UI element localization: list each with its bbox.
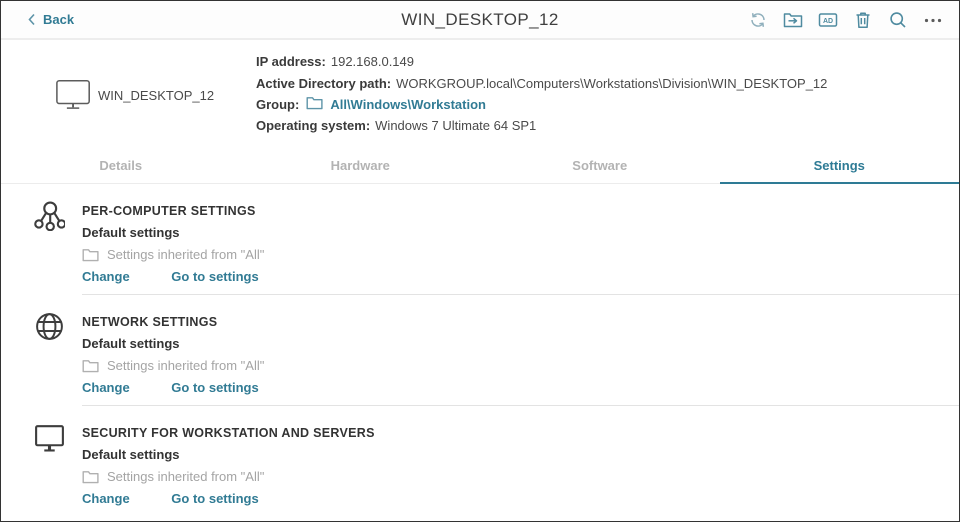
section-links: Change Go to settings	[82, 491, 959, 506]
field-ad-path: Active Directory path: WORKGROUP.local\C…	[256, 72, 827, 93]
folder-icon	[82, 248, 99, 262]
field-label: Group:	[256, 97, 299, 112]
field-ip-address: IP address: 192.168.0.149	[256, 51, 827, 72]
tab-bar: Details Hardware Software Settings	[1, 147, 959, 184]
field-value: WORKGROUP.local\Computers\Workstations\D…	[396, 76, 827, 91]
section-subtitle: Default settings	[82, 226, 959, 239]
field-value: Windows 7 Ultimate 64 SP1	[375, 118, 536, 133]
delete-icon[interactable]	[853, 10, 873, 30]
change-link[interactable]: Change	[82, 380, 130, 395]
section-links: Change Go to settings	[82, 269, 959, 284]
more-icon[interactable]	[923, 10, 943, 30]
globe-icon	[34, 311, 65, 347]
chevron-left-icon	[27, 12, 37, 27]
header-bar: Back WIN_DESKTOP_12 AD	[1, 1, 959, 40]
group-folder-icon	[306, 96, 323, 113]
monitor-icon	[34, 422, 65, 458]
inherited-label: Settings inherited from "All"	[107, 358, 264, 373]
section-title: NETWORK SETTINGS	[82, 316, 959, 329]
device-name: WIN_DESKTOP_12	[98, 88, 214, 103]
tab-settings[interactable]: Settings	[720, 147, 960, 183]
tab-software[interactable]: Software	[480, 147, 720, 183]
section-network-settings: NETWORK SETTINGS Default settings Settin…	[1, 295, 959, 406]
section-subtitle: Default settings	[82, 337, 959, 350]
inherited-row: Settings inherited from "All"	[82, 247, 959, 262]
inherited-row: Settings inherited from "All"	[82, 358, 959, 373]
inherited-row: Settings inherited from "All"	[82, 469, 959, 484]
inherited-label: Settings inherited from "All"	[107, 469, 264, 484]
folder-icon	[82, 359, 99, 373]
topology-icon	[34, 200, 65, 236]
field-group: Group: All\Windows\Workstation	[256, 94, 827, 115]
group-link[interactable]: All\Windows\Workstation	[330, 97, 486, 112]
field-label: Active Directory path:	[256, 76, 391, 91]
go-to-settings-link[interactable]: Go to settings	[171, 269, 258, 284]
section-per-computer-settings: PER-COMPUTER SETTINGS Default settings S…	[1, 184, 959, 295]
change-link[interactable]: Change	[82, 491, 130, 506]
active-directory-icon[interactable]: AD	[818, 10, 838, 30]
go-to-settings-link[interactable]: Go to settings	[171, 491, 258, 506]
inherited-label: Settings inherited from "All"	[107, 247, 264, 262]
section-links: Change Go to settings	[82, 380, 959, 395]
field-label: Operating system:	[256, 118, 370, 133]
tab-hardware[interactable]: Hardware	[241, 147, 481, 183]
field-value: 192.168.0.149	[331, 54, 414, 69]
header-actions: AD	[748, 1, 943, 38]
ad-badge-text: AD	[823, 17, 833, 24]
move-to-group-icon[interactable]	[783, 10, 803, 30]
section-title: PER-COMPUTER SETTINGS	[82, 205, 959, 218]
back-label: Back	[43, 12, 74, 27]
section-security-workstation-servers: SECURITY FOR WORKSTATION AND SERVERS Def…	[1, 406, 959, 518]
section-title: SECURITY FOR WORKSTATION AND SERVERS	[82, 427, 959, 440]
device-info-panel: WIN_DESKTOP_12 IP address: 192.168.0.149…	[1, 40, 959, 147]
change-link[interactable]: Change	[82, 269, 130, 284]
refresh-icon[interactable]	[748, 10, 768, 30]
field-label: IP address:	[256, 54, 326, 69]
computer-icon	[55, 78, 93, 117]
section-subtitle: Default settings	[82, 448, 959, 461]
go-to-settings-link[interactable]: Go to settings	[171, 380, 258, 395]
back-button[interactable]: Back	[27, 1, 74, 38]
device-fields: IP address: 192.168.0.149 Active Directo…	[256, 51, 827, 137]
search-icon[interactable]	[888, 10, 908, 30]
field-os: Operating system: Windows 7 Ultimate 64 …	[256, 115, 827, 136]
folder-icon	[82, 470, 99, 484]
tab-details[interactable]: Details	[1, 147, 241, 183]
